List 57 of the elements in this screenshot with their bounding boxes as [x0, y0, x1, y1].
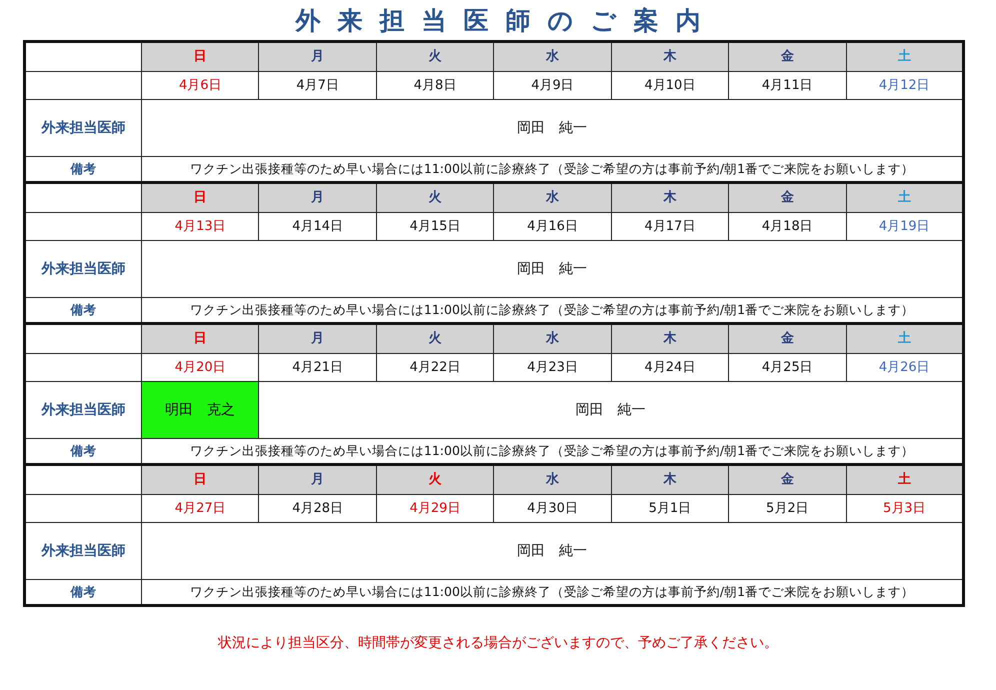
weekday-header: 土 — [846, 464, 964, 494]
date-cell: 4月22日 — [376, 354, 494, 382]
weekday-header: 土 — [846, 42, 964, 72]
weekday-header: 月 — [258, 42, 376, 72]
date-cell: 4月6日 — [142, 72, 259, 100]
weekday-header: 火 — [376, 324, 494, 354]
date-cell: 4月9日 — [494, 72, 612, 100]
date-cell: 5月2日 — [728, 494, 846, 522]
weekday-header: 土 — [846, 182, 964, 212]
weekday-header: 水 — [494, 182, 612, 212]
weekday-header: 月 — [258, 324, 376, 354]
row-label: 外来担当医師 — [24, 522, 142, 580]
date-cell: 4月18日 — [728, 212, 846, 240]
date-cell: 4月28日 — [258, 494, 376, 522]
weekday-header: 日 — [142, 464, 259, 494]
date-cell: 4月11日 — [728, 72, 846, 100]
weekday-header: 月 — [258, 464, 376, 494]
weekday-header: 日 — [142, 42, 259, 72]
weekday-header: 水 — [494, 464, 612, 494]
weekday-header: 土 — [846, 324, 964, 354]
date-cell: 4月10日 — [611, 72, 729, 100]
date-cell: 4月24日 — [611, 354, 729, 382]
weekday-header: 木 — [611, 324, 729, 354]
doctor-cell: 明田 克之 — [142, 382, 259, 438]
weekday-header: 日 — [142, 182, 259, 212]
weekday-header: 木 — [611, 42, 729, 72]
date-cell: 4月23日 — [494, 354, 612, 382]
footer-note: 状況により担当区分、時間帯が変更される場合がございますので、予めご了承ください。 — [217, 634, 779, 653]
date-cell: 4月30日 — [494, 494, 612, 522]
weekday-header: 木 — [611, 182, 729, 212]
row-label: 外来担当医師 — [24, 100, 142, 156]
date-cell: 4月13日 — [142, 212, 259, 240]
date-cell: 4月27日 — [142, 494, 259, 522]
date-cell: 4月16日 — [494, 212, 612, 240]
weekday-header: 木 — [611, 464, 729, 494]
weekday-header: 火 — [376, 182, 494, 212]
weekday-header: 金 — [728, 324, 846, 354]
page-title: 外来担当医師のご案内 — [294, 5, 718, 37]
weekday-header: 月 — [258, 182, 376, 212]
date-cell: 4月21日 — [258, 354, 376, 382]
date-cell: 5月1日 — [611, 494, 729, 522]
date-cell: 4月17日 — [611, 212, 729, 240]
weekday-header: 水 — [494, 324, 612, 354]
weekday-header: 金 — [728, 42, 846, 72]
weekday-header: 日 — [142, 324, 259, 354]
weekday-header: 火 — [376, 464, 494, 494]
weekday-header: 金 — [728, 182, 846, 212]
weekday-header: 金 — [728, 464, 846, 494]
date-cell: 4月7日 — [258, 72, 376, 100]
date-cell: 4月25日 — [728, 354, 846, 382]
row-label: 外来担当医師 — [24, 240, 142, 298]
weekday-header: 火 — [376, 42, 494, 72]
date-cell: 4月8日 — [376, 72, 494, 100]
date-cell: 4月29日 — [376, 494, 494, 522]
weekday-header: 水 — [494, 42, 612, 72]
date-cell: 4月14日 — [258, 212, 376, 240]
date-cell: 4月15日 — [376, 212, 494, 240]
